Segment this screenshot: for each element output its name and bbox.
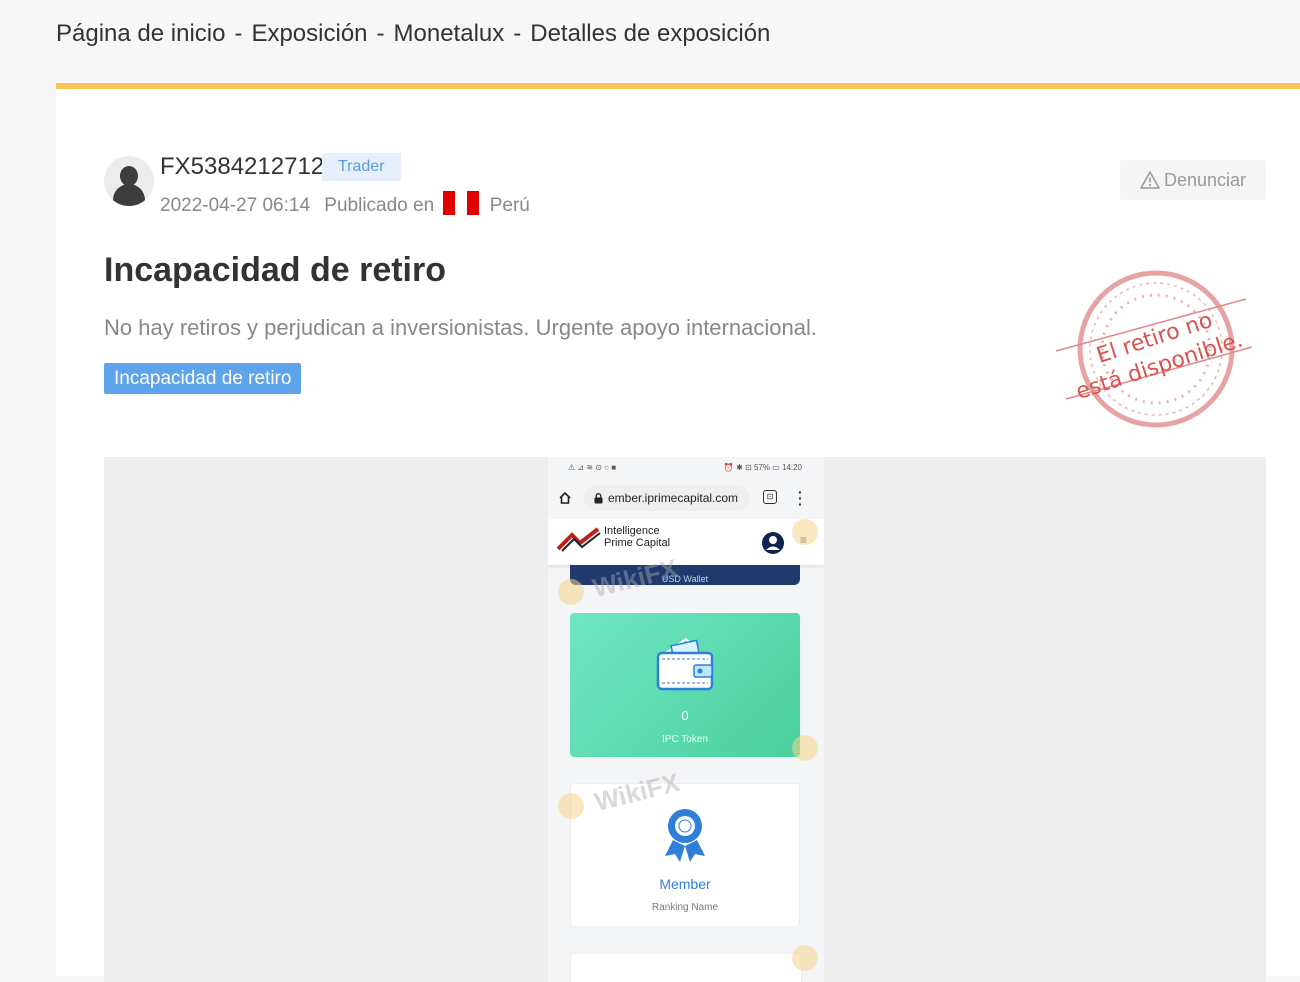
- logo-line2: Prime Capital: [604, 537, 671, 549]
- breadcrumb: Página de inicio - Exposición - Monetalux - De…: [56, 20, 770, 48]
- breadcrumb-separator: -: [513, 20, 522, 47]
- category-tag[interactable]: Incapacidad de retiro: [104, 363, 302, 394]
- status-left: ⚠ ⊿ ≋ ⊙ ○ ■: [568, 463, 617, 472]
- post-description: No hay retiros y perjudican a inversioni…: [104, 315, 817, 340]
- phone-status-bar: ⚠ ⊿ ≋ ⊙ ○ ■ ⏰ ✱ ⊡ 57% ▭ 14:20: [548, 457, 824, 479]
- logo-line1: Intelligence: [604, 525, 660, 537]
- post-country: Perú: [489, 195, 530, 216]
- phone-screenshot: ⚠ ⊿ ≋ ⊙ ○ ■ ⏰ ✱ ⊡ 57% ▭ 14:20 ember.ipri…: [548, 457, 824, 982]
- account-icon: [762, 532, 784, 554]
- browser-url-bar: ember.iprimecapital.com ⊡ · · ·: [548, 479, 824, 519]
- status-right: ⏰ ✱ ⊡ 57% ▭ 14:20: [723, 463, 802, 472]
- breadcrumb-separator: -: [234, 20, 243, 47]
- watermark-logo-icon: [792, 945, 818, 971]
- lock-icon: [594, 493, 603, 504]
- more-icon: · · ·: [798, 484, 803, 512]
- watermark-logo-icon: [558, 579, 584, 605]
- next-card: [570, 953, 802, 982]
- user-id[interactable]: FX5384212712: [160, 153, 324, 181]
- breadcrumb-exposure[interactable]: Exposición: [251, 20, 367, 47]
- ipc-logo-text: Intelligence Prime Capital: [604, 525, 670, 549]
- avatar-body: [113, 184, 145, 206]
- award-ribbon-icon: [665, 809, 705, 862]
- wallet-icon: [656, 637, 714, 691]
- report-label: Denunciar: [1163, 169, 1247, 190]
- ipc-token-value: 0: [681, 708, 689, 723]
- post-title: Incapacidad de retiro: [104, 251, 446, 289]
- breadcrumb-broker[interactable]: Monetalux: [394, 20, 505, 47]
- exposure-card: FX5384212712 Trader 2022-04-27 06:14 Pub…: [56, 83, 1300, 982]
- role-badge: Trader: [322, 153, 401, 181]
- avatar-head: [120, 166, 138, 186]
- app-header: Intelligence Prime Capital ≡: [548, 519, 824, 565]
- not-available-stamp: El retiro no está disponible.: [1055, 270, 1253, 428]
- user-avatar-icon[interactable]: [104, 156, 154, 206]
- watermark-logo-icon: [792, 519, 818, 545]
- breadcrumb-separator: -: [376, 20, 385, 47]
- watermark-logo-icon: [558, 793, 584, 819]
- ipc-logo-icon: [556, 527, 601, 552]
- breadcrumb-current: Detalles de exposición: [530, 20, 771, 47]
- url-text: ember.iprimecapital.com: [608, 491, 739, 505]
- home-icon: [559, 491, 571, 504]
- published-in-label: Publicado en: [324, 195, 435, 216]
- report-button[interactable]: Denunciar: [1120, 160, 1266, 200]
- evidence-image[interactable]: ⚠ ⊿ ≋ ⊙ ○ ■ ⏰ ✱ ⊡ 57% ▭ 14:20 ember.ipri…: [104, 457, 1266, 982]
- member-value: Member: [659, 876, 711, 892]
- member-label: Ranking Name: [651, 902, 719, 913]
- watermark-logo-icon: [792, 735, 818, 761]
- post-meta: 2022-04-27 06:14 Publicado en Perú: [160, 191, 530, 217]
- tabs-icon: ⊡: [763, 490, 777, 504]
- post-datetime: 2022-04-27 06:14: [160, 195, 311, 216]
- ipc-token-card: 0 IPC Token: [570, 613, 800, 757]
- breadcrumb-home[interactable]: Página de inicio: [56, 20, 225, 47]
- peru-flag-icon: [443, 191, 480, 215]
- ipc-token-label: IPC Token: [662, 734, 708, 745]
- warning-icon: [1140, 171, 1160, 189]
- url-field: ember.iprimecapital.com: [584, 485, 750, 511]
